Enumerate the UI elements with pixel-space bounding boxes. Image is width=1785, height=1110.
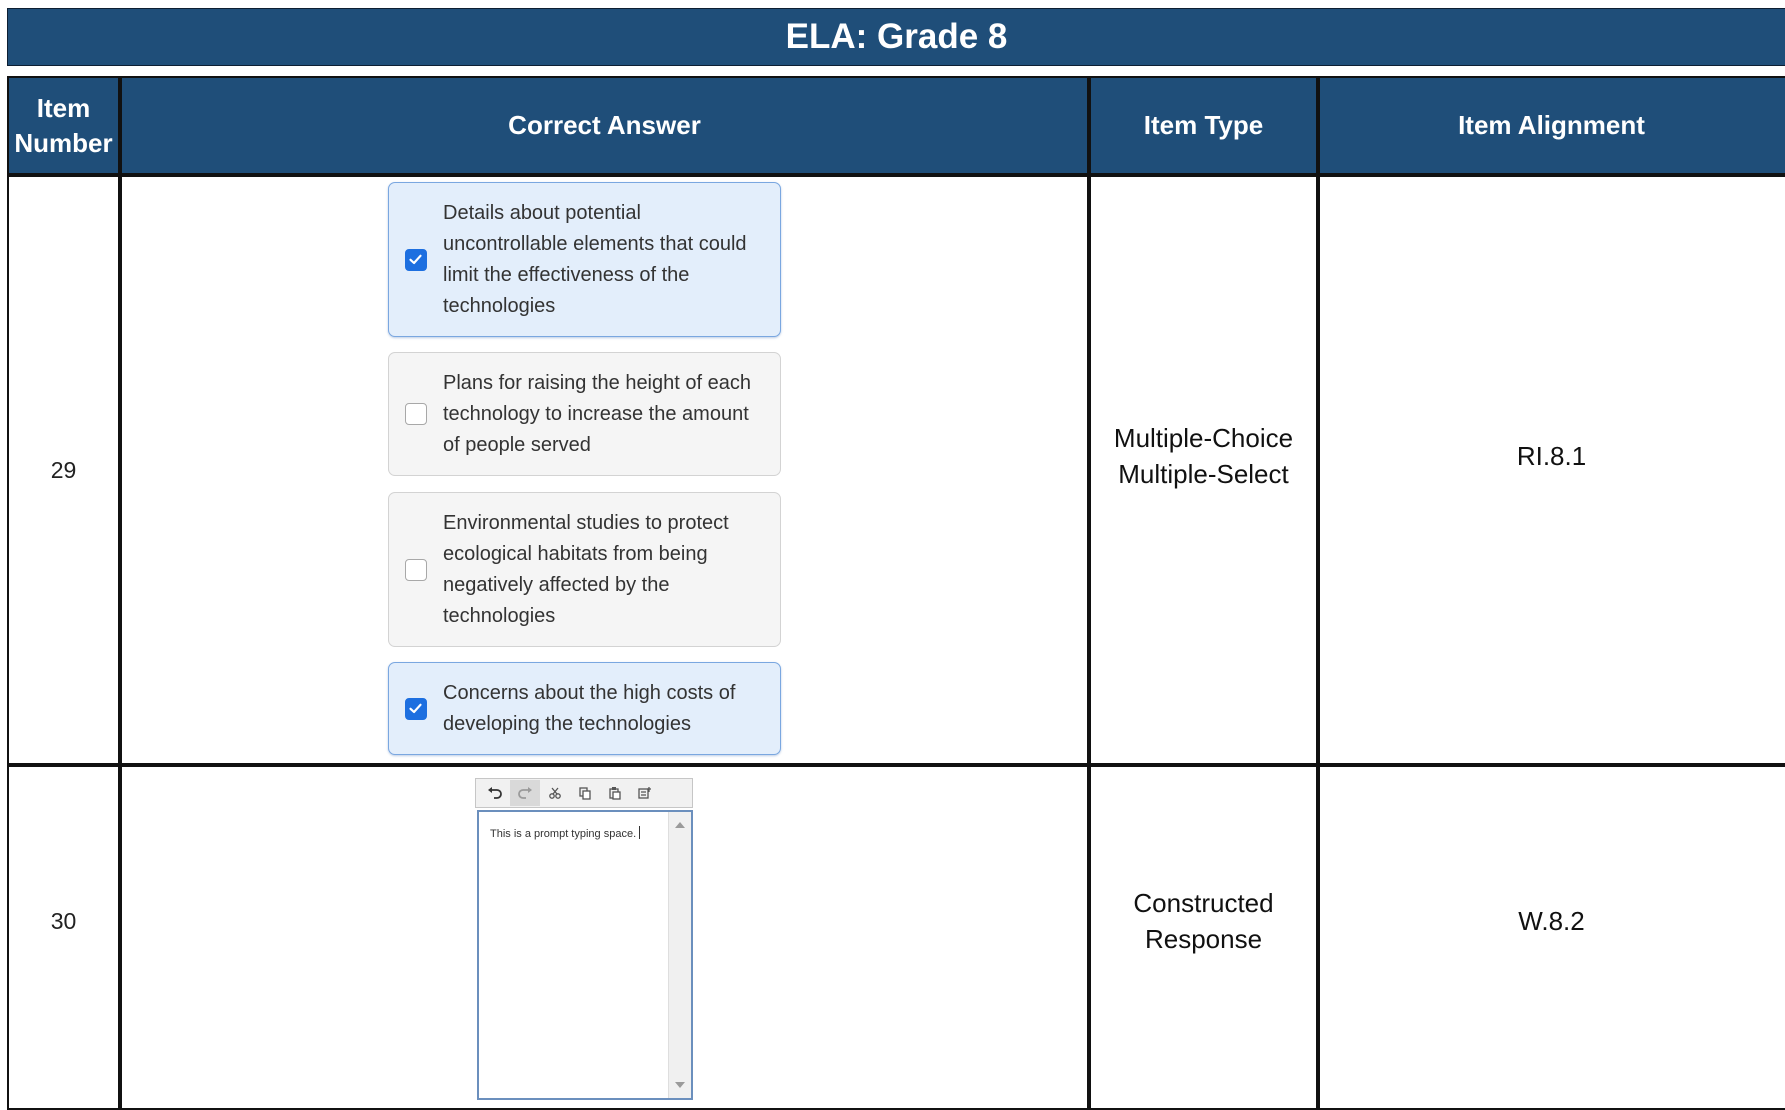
text-caret: [639, 826, 641, 839]
checkmark-icon: [409, 254, 422, 264]
table-row-30-item-type: Constructed Response: [1089, 765, 1318, 1110]
table-title: ELA: Grade 8: [7, 8, 1785, 66]
answer-option-2[interactable]: Plans for raising the height of each tec…: [388, 352, 781, 476]
header-item-alignment: Item Alignment: [1318, 76, 1785, 175]
response-editor: This is a prompt typing space.: [475, 778, 695, 1100]
paste-icon[interactable]: [600, 780, 630, 806]
checkmark-icon: [409, 703, 422, 713]
copy-icon[interactable]: [570, 780, 600, 806]
header-item-type: Item Type: [1089, 76, 1318, 175]
scroll-up-arrow-icon[interactable]: [675, 822, 685, 828]
response-textarea[interactable]: This is a prompt typing space.: [477, 810, 693, 1100]
checkbox-checked[interactable]: [405, 248, 427, 271]
table-row-30-number: 30: [7, 765, 120, 1110]
answer-key-page: ELA: Grade 8 Item Number Correct Answer …: [0, 0, 1785, 1110]
cut-icon[interactable]: [540, 780, 570, 806]
redo-icon[interactable]: [510, 780, 540, 806]
answer-option-1[interactable]: Details about potential uncontrollable e…: [388, 182, 781, 337]
option-label: Details about potential uncontrollable e…: [443, 201, 747, 317]
table-row-29-item-type: Multiple-Choice Multiple-Select: [1089, 175, 1318, 765]
checkbox-checked[interactable]: [405, 697, 427, 720]
special-characters-icon[interactable]: [630, 780, 660, 806]
checkbox-unchecked[interactable]: [405, 403, 427, 425]
option-label: Environmental studies to protect ecologi…: [443, 511, 729, 627]
title-text: ELA: Grade 8: [785, 17, 1008, 56]
header-correct-answer: Correct Answer: [120, 76, 1089, 175]
checkbox-unchecked[interactable]: [405, 558, 427, 581]
typed-text: This is a prompt typing space.: [490, 828, 637, 840]
editor-toolbar: [475, 778, 693, 808]
textarea-scrollbar[interactable]: [668, 812, 691, 1098]
header-item-number: Item Number: [7, 76, 120, 175]
option-label: Concerns about the high costs of develop…: [443, 681, 736, 735]
table-row-29-alignment: RI.8.1: [1318, 175, 1785, 765]
option-label: Plans for raising the height of each tec…: [443, 371, 751, 456]
table-row-30-alignment: W.8.2: [1318, 765, 1785, 1110]
answer-option-4[interactable]: Concerns about the high costs of develop…: [388, 662, 781, 755]
table-row-29-number: 29: [7, 175, 120, 765]
scroll-down-arrow-icon[interactable]: [675, 1082, 685, 1088]
undo-icon[interactable]: [480, 780, 510, 806]
answer-option-3[interactable]: Environmental studies to protect ecologi…: [388, 492, 781, 647]
